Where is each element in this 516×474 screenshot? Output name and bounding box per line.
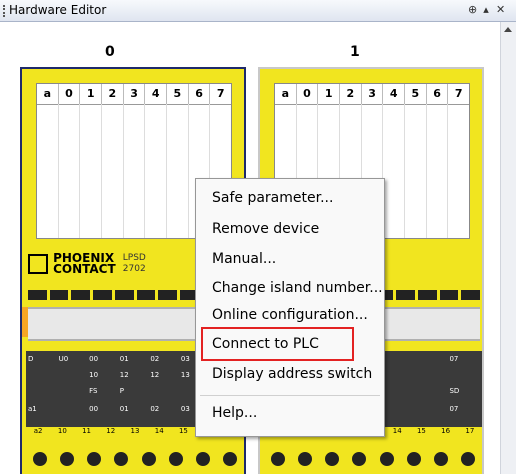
terminal-icon [112, 450, 131, 468]
highlight-box [201, 327, 354, 361]
terminal-icon [459, 450, 478, 468]
menu-separator [200, 395, 380, 396]
menu-item-display-address-switch[interactable]: Display address switch [197, 361, 383, 387]
slot-label: a [275, 84, 297, 104]
terminal-icon [404, 450, 423, 468]
vertical-scrollbar[interactable] [500, 22, 516, 474]
terminal-icon [194, 450, 213, 468]
slot-label: 7 [216, 87, 225, 100]
pin-icon[interactable]: ⊕ [468, 3, 482, 16]
terminal-icon [166, 450, 185, 468]
slot-label: 4 [145, 84, 168, 104]
slot-label: 6 [189, 84, 211, 104]
slot-label: 7 [454, 87, 463, 100]
terminal-icon [295, 450, 314, 468]
terminal-icon [139, 450, 158, 468]
terminal-icon [221, 450, 240, 468]
slot-label: 1 [318, 84, 341, 104]
title-bar: Hardware Editor ⊕▴✕ [0, 0, 516, 22]
slot-header: a 0 1 2 3 4 5 6 7 [275, 84, 469, 105]
slot-label: 2 [340, 84, 362, 104]
context-menu: Safe parameter... Remove device Manual..… [195, 178, 385, 437]
terminal-icon [268, 450, 287, 468]
slot-label: 3 [124, 84, 146, 104]
slot-label: 5 [167, 84, 189, 104]
slot-label: 6 [427, 84, 449, 104]
terminal-icon [85, 450, 104, 468]
terminal-icon [57, 450, 76, 468]
slot-label: 0 [59, 84, 81, 104]
slot-header: a 0 1 2 3 4 5 6 7 [37, 84, 231, 105]
menu-item-manual[interactable]: Manual... [197, 246, 383, 272]
phoenix-contact-logo: PHOENIX CONTACT LPSD 2702 [28, 252, 146, 283]
terminal-icon [377, 450, 396, 468]
dropdown-icon[interactable]: ▴ [482, 3, 496, 16]
menu-item-remove-device[interactable]: Remove device [197, 216, 383, 242]
menu-item-help[interactable]: Help... [197, 400, 383, 426]
menu-item-online-configuration[interactable]: Online configuration... [197, 302, 383, 328]
scroll-up-icon[interactable] [504, 27, 512, 32]
terminal-icon [350, 450, 369, 468]
slot-label: 5 [405, 84, 427, 104]
menu-item-safe-parameter[interactable]: Safe parameter... [197, 185, 383, 211]
grip-icon[interactable] [3, 5, 7, 17]
slot-label: a [37, 84, 59, 104]
logo-icon [28, 254, 48, 274]
terminal-row [264, 441, 482, 474]
slot-label: 3 [362, 84, 384, 104]
slot-label: 1 [80, 84, 103, 104]
slot-label: 4 [383, 84, 406, 104]
window-buttons: ⊕▴✕ [468, 3, 510, 16]
terminal-icon [432, 450, 451, 468]
slot-label: 2 [102, 84, 124, 104]
window-title: Hardware Editor [9, 3, 107, 17]
column-label-1: 1 [350, 44, 360, 60]
column-label-0: 0 [105, 44, 115, 60]
terminal-icon [323, 450, 342, 468]
slot-label: 0 [297, 84, 319, 104]
menu-item-change-island-number[interactable]: Change island number... [197, 275, 383, 301]
terminal-icon [30, 450, 49, 468]
close-icon[interactable]: ✕ [496, 3, 510, 16]
terminal-row [26, 441, 244, 474]
